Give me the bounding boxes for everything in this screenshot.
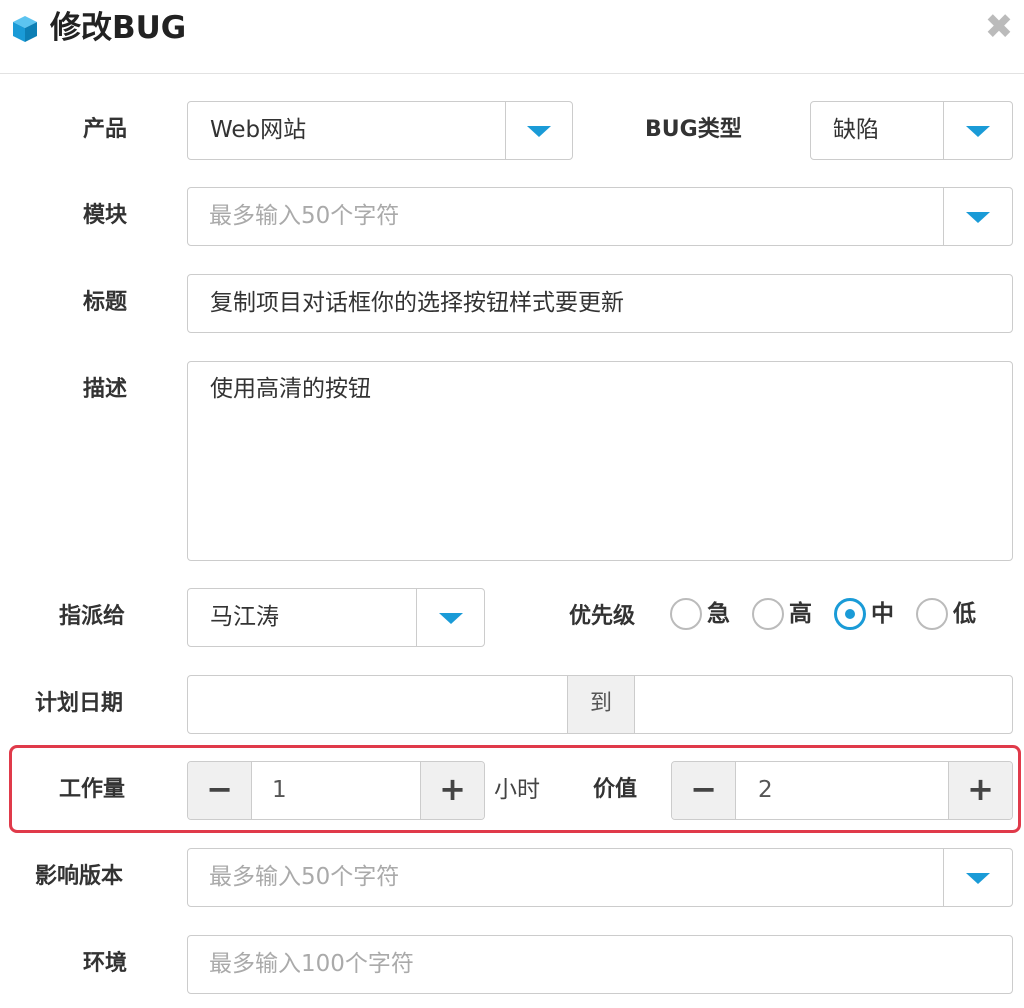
module-dropdown-button[interactable] [943, 188, 1012, 245]
chevron-down-icon [966, 872, 990, 884]
affected-version-dropdown-button[interactable] [943, 849, 1012, 906]
bug-type-label: BUG类型 [645, 117, 742, 142]
radio-circle[interactable] [670, 598, 702, 630]
title-label: 标题 [83, 290, 128, 315]
environment-input[interactable]: 最多输入100个字符 [187, 935, 1013, 994]
value-plus-button[interactable]: + [948, 762, 1012, 819]
priority-option-label: 急 [707, 601, 730, 627]
workload-value[interactable]: 1 [272, 762, 287, 818]
cube-icon [13, 16, 37, 42]
assignee-value: 马江涛 [210, 604, 279, 630]
radio-circle[interactable] [916, 598, 948, 630]
module-placeholder: 最多输入50个字符 [209, 203, 400, 229]
environment-label: 环境 [83, 951, 128, 976]
priority-option-label: 高 [789, 601, 812, 627]
end-date-input[interactable] [635, 676, 1012, 733]
dialog-header: 修改BUG ✖ [0, 0, 1024, 74]
assignee-select[interactable]: 马江涛 [187, 588, 485, 647]
assignee-dropdown-button[interactable] [416, 589, 484, 646]
value-label: 价值 [593, 777, 638, 802]
chevron-down-icon [527, 125, 551, 137]
product-label: 产品 [83, 117, 128, 142]
workload-minus-button[interactable]: − [188, 762, 252, 819]
priority-option-label: 中 [871, 601, 894, 627]
workload-plus-button[interactable]: + [420, 762, 484, 819]
title-input[interactable]: 复制项目对话框你的选择按钮样式要更新 [187, 274, 1013, 333]
close-icon[interactable]: ✖ [984, 10, 1014, 44]
plan-date-range: 到 [187, 675, 1013, 734]
module-select[interactable]: 最多输入50个字符 [187, 187, 1013, 246]
description-value: 使用高清的按钮 [210, 376, 371, 402]
value-minus-button[interactable]: − [672, 762, 736, 819]
description-label: 描述 [83, 377, 128, 402]
product-value: Web网站 [210, 117, 307, 143]
dialog-title: 修改BUG [50, 10, 187, 46]
assignee-label: 指派给 [59, 604, 126, 629]
start-date-input[interactable] [188, 676, 567, 733]
value-value[interactable]: 2 [758, 762, 773, 818]
date-separator: 到 [567, 676, 635, 733]
chevron-down-icon [438, 612, 463, 624]
module-label: 模块 [83, 203, 128, 228]
workload-unit: 小时 [494, 777, 540, 803]
bug-type-dropdown-button[interactable] [943, 102, 1012, 159]
product-select[interactable]: Web网站 [187, 101, 573, 160]
radio-circle-selected[interactable] [834, 598, 866, 630]
chevron-down-icon [966, 125, 990, 137]
priority-label: 优先级 [569, 604, 636, 629]
value-stepper: − 2 + [671, 761, 1013, 820]
chevron-down-icon [966, 211, 990, 223]
affected-version-placeholder: 最多输入50个字符 [209, 864, 400, 890]
workload-label: 工作量 [59, 777, 126, 802]
affected-version-select[interactable]: 最多输入50个字符 [187, 848, 1013, 907]
environment-placeholder: 最多输入100个字符 [209, 951, 414, 977]
workload-stepper: − 1 + [187, 761, 485, 820]
radio-circle[interactable] [752, 598, 784, 630]
bug-type-select[interactable]: 缺陷 [810, 101, 1013, 160]
priority-option-label: 低 [953, 601, 976, 627]
affected-version-label: 影响版本 [35, 864, 124, 889]
bug-type-value: 缺陷 [833, 117, 879, 143]
product-dropdown-button[interactable] [505, 102, 572, 159]
description-textarea[interactable]: 使用高清的按钮 [187, 361, 1013, 561]
plan-date-label: 计划日期 [35, 691, 124, 716]
title-value: 复制项目对话框你的选择按钮样式要更新 [210, 290, 624, 316]
